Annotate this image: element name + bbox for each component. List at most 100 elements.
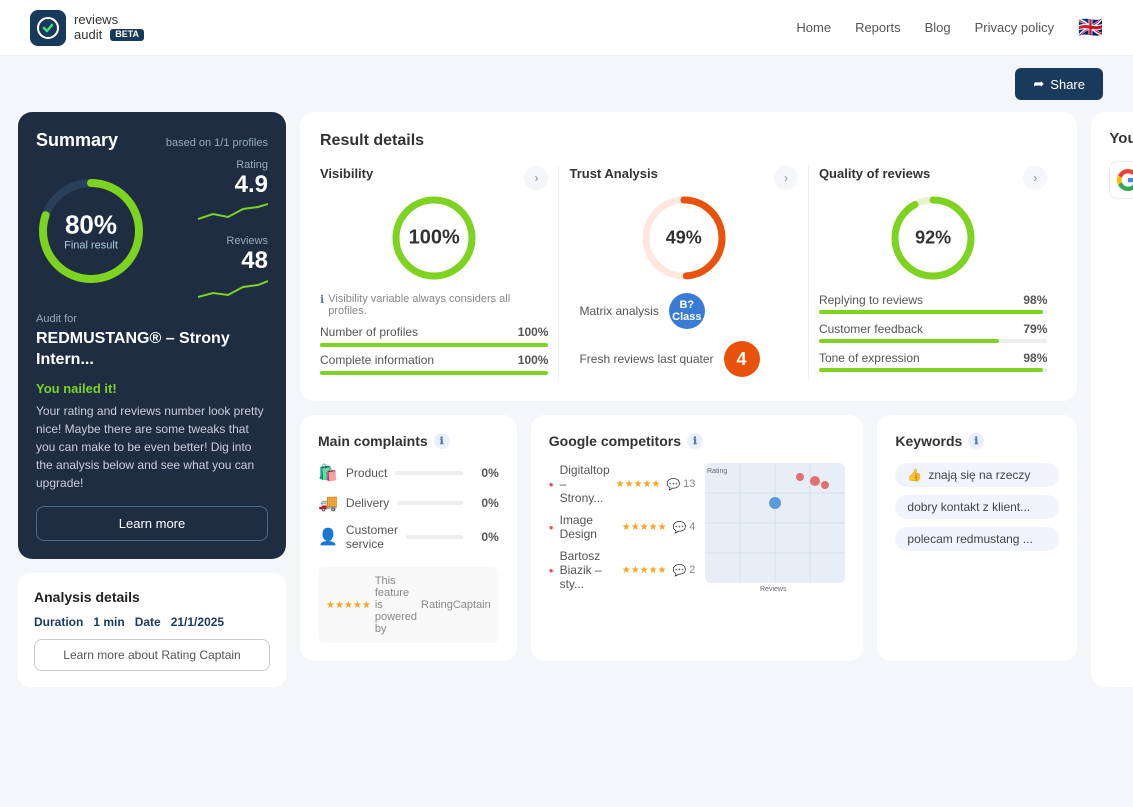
comp3-stars: ★★★★★ (622, 565, 667, 576)
tone-pct: 98% (1023, 351, 1047, 365)
visibility-note: ℹ Visibility variable always considers a… (320, 293, 548, 317)
rating-reviews: Rating 4.9 Reviews 48 (198, 159, 268, 303)
tone-bar (819, 368, 1047, 372)
kw3-text: polecam redmustang ... (907, 532, 1032, 546)
service-pct: 0% (471, 530, 499, 544)
competitor-2: ● Image Design ★★★★★ 💬4 (549, 513, 696, 541)
competitors-content: ● Digitaltop – Strony... ★★★★★ 💬13 ● Ima… (549, 463, 846, 593)
trust-col: Trust Analysis › 49% Matrix analysis (559, 166, 808, 381)
duration-label: Duration (34, 615, 83, 629)
kw1-icon: 👍 (907, 468, 922, 482)
quality-arrow[interactable]: › (1023, 166, 1047, 190)
comp2-stars: ★★★★★ (622, 522, 667, 533)
comp3-name: Bartosz Biazik – sty... (560, 549, 616, 591)
fresh-badge: 4 (724, 341, 760, 377)
beta-badge: BETA (110, 29, 144, 41)
matrix-badge: B? Class (669, 293, 705, 329)
service-bar (406, 535, 463, 539)
score-pct: 80% (64, 211, 118, 240)
quality-title: Quality of reviews (819, 166, 930, 181)
product-pct: 0% (471, 466, 499, 480)
complaint-delivery: 🚚 Delivery 0% (318, 493, 499, 513)
product-bar (395, 471, 462, 475)
comp1-reviews: 💬13 (666, 478, 695, 491)
replying-pct: 98% (1023, 293, 1047, 307)
product-name: Product (346, 466, 387, 480)
keyword-2: dobry kontakt z klient... (895, 495, 1059, 519)
rc-powered: ★★★★★ This feature is powered by RatingC… (318, 567, 499, 643)
duration-value: 1 min (93, 615, 124, 629)
powered-label: This feature is powered by (375, 575, 417, 635)
share-bar: ➦ Share (0, 56, 1133, 112)
rating-captain-link[interactable]: Learn more about Rating Captain (34, 639, 270, 671)
quality-circle: 92% (888, 193, 978, 283)
analysis-row: Duration 1 min Date 21/1/2025 (34, 615, 270, 629)
comp3-reviews: 💬2 (673, 564, 696, 577)
delivery-bar (397, 501, 462, 505)
summary-title: Summary (36, 130, 118, 151)
complaint-product: 🛍️ Product 0% (318, 463, 499, 483)
yay-text: Your rating and reviews number look pret… (36, 402, 268, 492)
keywords-info-icon[interactable]: ℹ (968, 433, 984, 449)
language-flag[interactable]: 🇬🇧 (1078, 15, 1103, 40)
right-column: Your profiles REDMUSTANG® – Strony Inter… (1091, 112, 1133, 687)
visibility-arrow[interactable]: › (524, 166, 548, 190)
main-nav: Home Reports Blog Privacy policy 🇬🇧 (796, 15, 1103, 40)
audit-for: Audit for (36, 313, 268, 325)
nav-reports[interactable]: Reports (855, 20, 901, 35)
analysis-title: Analysis details (34, 589, 270, 605)
feedback-bar (819, 339, 1047, 343)
date-label: Date (135, 615, 161, 629)
complaints-info-icon[interactable]: ℹ (434, 433, 450, 449)
share-label: Share (1050, 77, 1085, 92)
matrix-row: Matrix analysis B? Class (579, 293, 787, 329)
fresh-label: Fresh reviews last quater (579, 352, 713, 366)
quality-col: Quality of reviews › 92% Replying to rev… (809, 166, 1057, 381)
main-content: Summary based on 1/1 profiles 80% Final … (0, 112, 1133, 705)
yay-heading: You nailed it! (36, 381, 268, 396)
result-card: Result details Visibility › 100% (300, 112, 1077, 401)
logo-audit: audit (74, 28, 102, 42)
keyword-3: polecam redmustang ... (895, 527, 1059, 551)
date-value: 21/1/2025 (171, 615, 224, 629)
score-label: Final result (64, 239, 118, 251)
keywords-card: Keywords ℹ 👍 znają się na rzeczy dobry k… (877, 415, 1077, 661)
svg-text:Rating: Rating (707, 468, 727, 475)
analysis-card: Analysis details Duration 1 min Date 21/… (18, 573, 286, 687)
reviews-label: Reviews (198, 235, 268, 247)
nav-privacy[interactable]: Privacy policy (975, 20, 1054, 35)
comp2-name: Image Design (560, 513, 616, 541)
visibility-value: 100% (409, 227, 460, 250)
info-label: Complete information (320, 353, 434, 367)
learn-more-button[interactable]: Learn more (36, 506, 268, 541)
visibility-title: Visibility (320, 166, 373, 181)
replying-bar (819, 310, 1047, 314)
trust-arrow[interactable]: › (774, 166, 798, 190)
competitor-3: ● Bartosz Biazik – sty... ★★★★★ 💬2 (549, 549, 696, 591)
profiles-label: Number of profiles (320, 325, 418, 339)
share-button[interactable]: ➦ Share (1015, 68, 1103, 100)
profiles-title: Your profiles (1109, 130, 1133, 147)
score-inner: 80% Final result (64, 211, 118, 252)
kw1-text: znają się na rzeczy (928, 468, 1030, 482)
feedback-row: Customer feedback 79% (819, 322, 1047, 336)
competitors-info-icon[interactable]: ℹ (687, 433, 703, 449)
trust-title: Trust Analysis (569, 166, 657, 181)
nav-blog[interactable]: Blog (925, 20, 951, 35)
metrics-row: Visibility › 100% ℹ Visibility vari (320, 166, 1057, 381)
comp1-name: Digitaltop – Strony... (560, 463, 610, 505)
profile-item: REDMUSTANG® – Strony Internetowe, Pozycj… (1109, 161, 1133, 266)
fresh-row: Fresh reviews last quater 4 (579, 341, 787, 377)
nav-home[interactable]: Home (796, 20, 831, 35)
delivery-pct: 0% (471, 496, 499, 510)
summary-card: Summary based on 1/1 profiles 80% Final … (18, 112, 286, 559)
logo: reviews audit BETA (30, 10, 144, 46)
header: reviews audit BETA Home Reports Blog Pri… (0, 0, 1133, 56)
visibility-details: ℹ Visibility variable always considers a… (320, 293, 548, 375)
trust-value: 49% (666, 228, 702, 249)
company-name: REDMUSTANG® – Strony Intern... (36, 329, 268, 371)
competitor-list: ● Digitaltop – Strony... ★★★★★ 💬13 ● Ima… (549, 463, 696, 593)
powered-by: RatingCaptain (421, 599, 491, 611)
tone-row: Tone of expression 98% (819, 351, 1047, 365)
sidebar: Summary based on 1/1 profiles 80% Final … (18, 112, 286, 687)
